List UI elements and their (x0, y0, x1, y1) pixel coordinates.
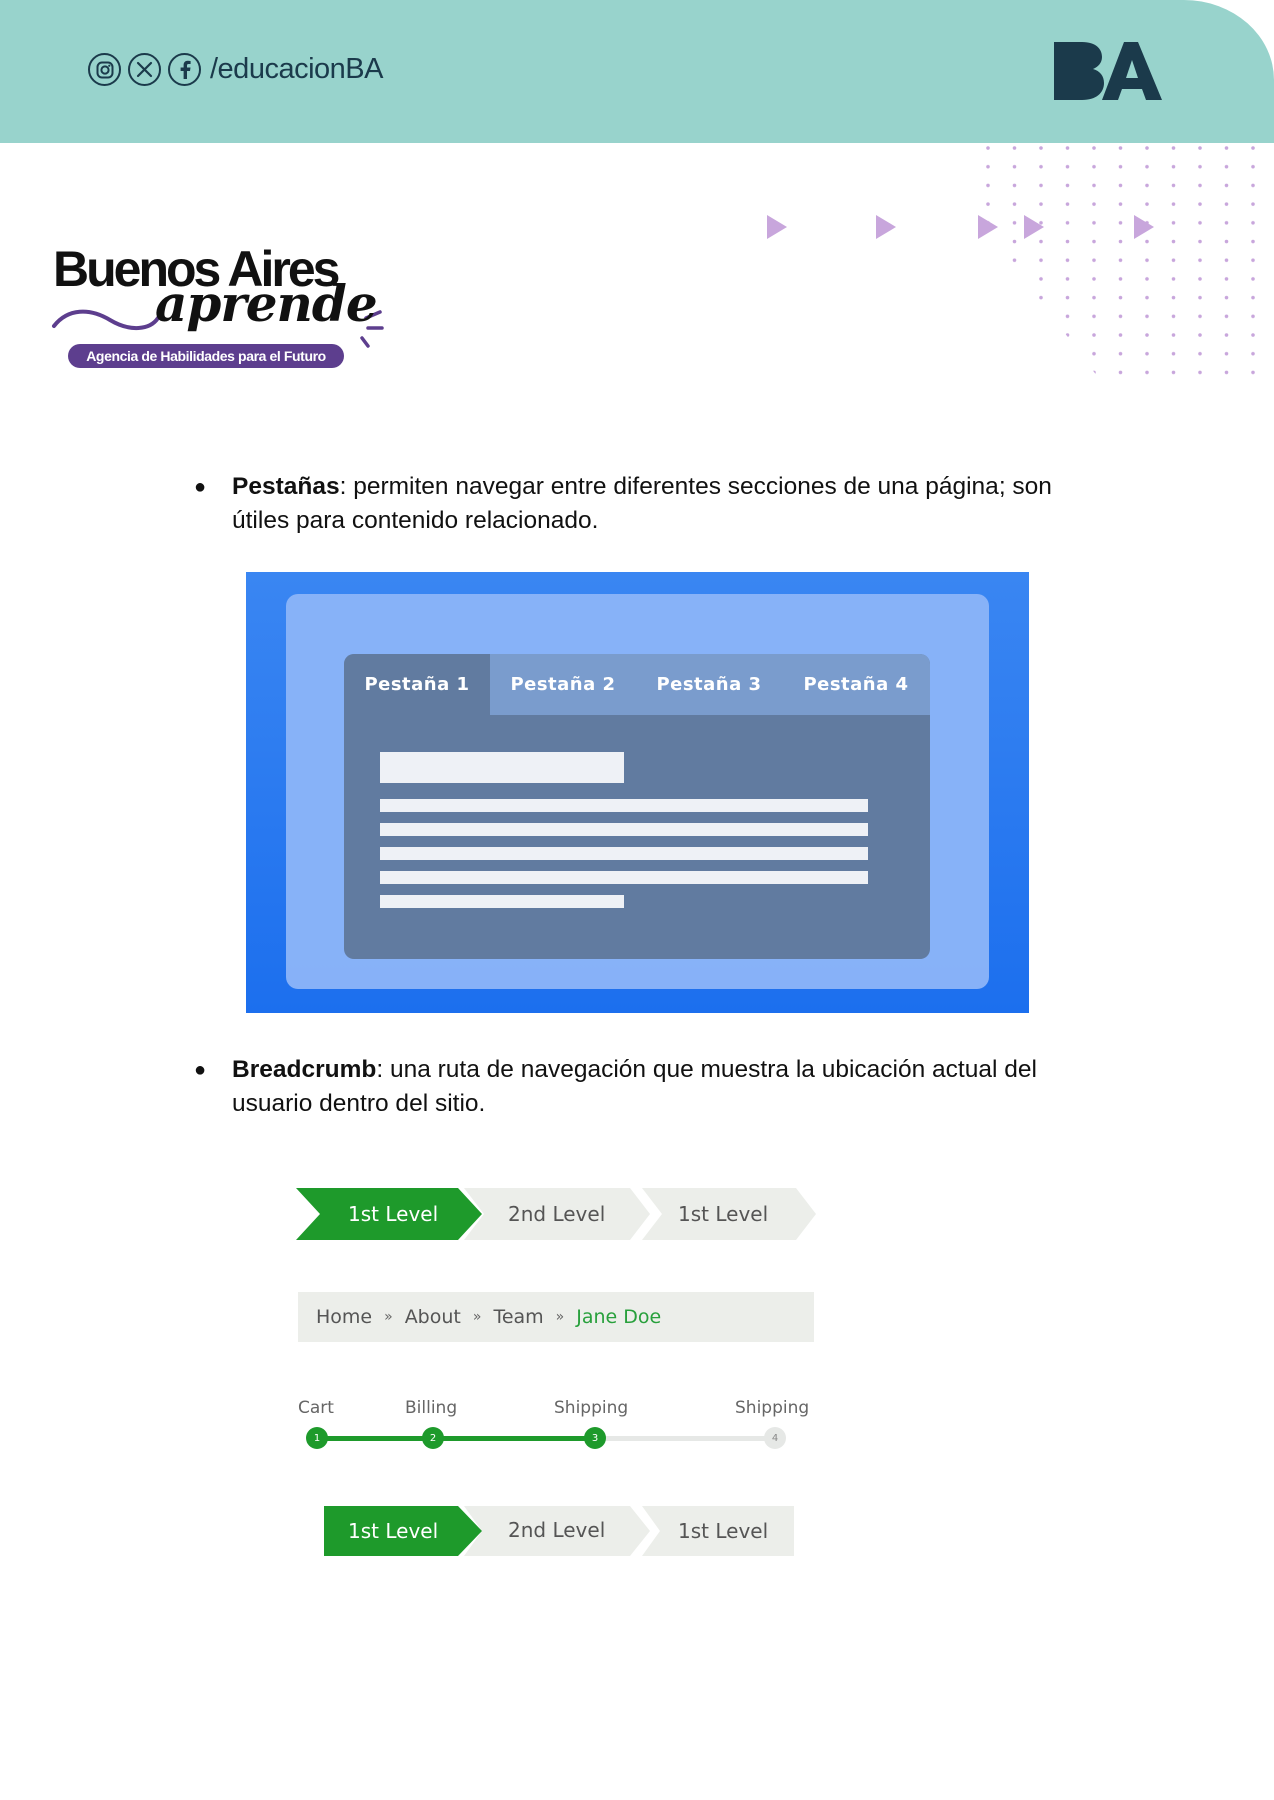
x-icon[interactable] (128, 53, 161, 86)
bullet-dot: ● (194, 1059, 207, 1081)
crumb-separator: » (384, 1309, 393, 1325)
step-dot-2[interactable]: 2 (422, 1427, 444, 1449)
social-handle[interactable]: /educacionBA (210, 53, 383, 86)
tab-pestana-4[interactable]: Pestaña 4 (782, 654, 930, 715)
tab-pestana-3[interactable]: Pestaña 3 (636, 654, 782, 715)
step-label-cart: Cart (298, 1398, 334, 1418)
term-breadcrumb: Breadcrumb (232, 1056, 377, 1083)
bullet-dot: ● (194, 476, 207, 498)
chevron-label-3: 1st Level (678, 1202, 769, 1226)
chevron-label-3: 1st Level (678, 1519, 769, 1543)
step-label-shipping-2: Shipping (735, 1398, 810, 1418)
placeholder-heading (380, 752, 624, 783)
dot-pattern-decoration (980, 140, 1270, 380)
chevron-label-2: 2nd Level (508, 1202, 606, 1226)
crumb-separator: » (472, 1309, 482, 1325)
chevron-label-2: 2nd Level (508, 1518, 606, 1542)
description-pestanas: : permiten navegar entre diferentes secc… (232, 473, 1052, 534)
step-label-shipping: Shipping (554, 1398, 629, 1418)
ba-logo-mark (1054, 42, 1162, 100)
breadcrumb-trail: Home » About » Team » Jane Doe (298, 1292, 814, 1342)
triangle-decoration (1134, 215, 1154, 239)
chevron-label-1: 1st Level (348, 1202, 439, 1226)
step-progress (316, 1436, 596, 1441)
crumb-current: Jane Doe (576, 1306, 662, 1328)
term-pestanas: Pestañas (232, 473, 340, 500)
page-header: /educacionBA (0, 0, 1274, 143)
bullet-pestanas: ● Pestañas: permiten navegar entre difer… (194, 470, 1114, 538)
tab-pestana-2[interactable]: Pestaña 2 (490, 654, 636, 715)
step-dot-4[interactable]: 4 (764, 1427, 786, 1449)
triangle-decoration (978, 215, 998, 239)
step-dot-1[interactable]: 1 (306, 1427, 328, 1449)
facebook-icon[interactable] (168, 53, 201, 86)
social-links: /educacionBA (88, 53, 383, 86)
placeholder-line (380, 871, 868, 884)
crumb-separator: » (555, 1309, 565, 1325)
tabs-panel: Pestaña 1 Pestaña 2 Pestaña 3 Pestaña 4 (344, 654, 930, 959)
logo-script: aprende (155, 274, 378, 333)
chevron-label-1: 1st Level (348, 1519, 439, 1543)
step-dot-3[interactable]: 3 (584, 1427, 606, 1449)
tabs-example-image: Pestaña 1 Pestaña 2 Pestaña 3 Pestaña 4 (246, 572, 1029, 1013)
crumb-about[interactable]: About (405, 1306, 461, 1328)
triangle-decoration (1024, 215, 1044, 239)
placeholder-line (380, 847, 868, 860)
tab-pestana-1[interactable]: Pestaña 1 (344, 654, 490, 715)
breadcrumb-example-image: 1st Level 2nd Level 1st Level Home » Abo… (240, 1140, 870, 1600)
ba-logo (1052, 40, 1164, 107)
placeholder-line (380, 799, 868, 812)
buenos-aires-aprende-logo: Buenos Aires aprende Agencia de Habilida… (50, 240, 390, 370)
bullet-breadcrumb: ● Breadcrumb: una ruta de navegación que… (194, 1053, 1114, 1121)
crumb-team[interactable]: Team (493, 1306, 543, 1328)
triangle-decoration (767, 215, 787, 239)
logo-tagline: Agencia de Habilidades para el Futuro (68, 344, 344, 368)
instagram-icon[interactable] (88, 53, 121, 86)
triangle-decoration (876, 215, 896, 239)
step-label-billing: Billing (405, 1398, 458, 1418)
crumb-home[interactable]: Home (316, 1306, 372, 1328)
tabs-bar: Pestaña 1 Pestaña 2 Pestaña 3 Pestaña 4 (344, 654, 930, 715)
placeholder-line (380, 823, 868, 836)
placeholder-line (380, 895, 624, 908)
